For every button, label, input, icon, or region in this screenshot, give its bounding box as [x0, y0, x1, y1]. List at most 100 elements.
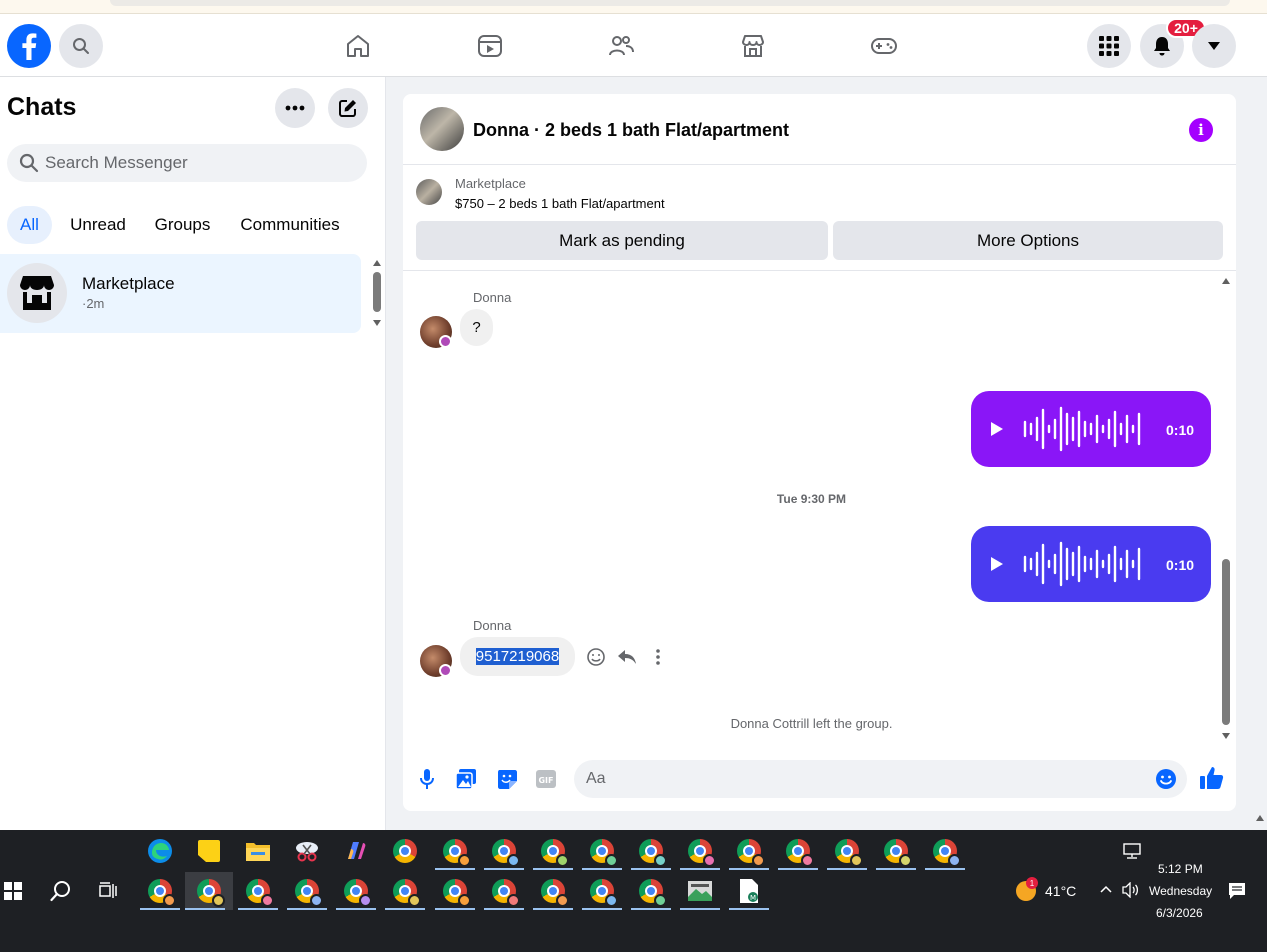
chrome-profile-icon[interactable] — [435, 872, 475, 910]
mark-as-pending-button[interactable]: Mark as pending — [416, 221, 828, 260]
search-messenger-input[interactable] — [45, 144, 355, 182]
messages-scroll-down[interactable] — [1222, 733, 1230, 739]
notification-center-icon[interactable] — [1228, 882, 1246, 900]
chrome-profile-icon[interactable] — [729, 832, 769, 870]
sender-avatar[interactable] — [420, 645, 452, 677]
sidebar-scrollbar[interactable] — [373, 272, 381, 312]
tab-groups[interactable]: Groups — [145, 206, 220, 244]
send-like-button[interactable] — [1199, 765, 1225, 791]
gaming-icon[interactable] — [869, 31, 899, 61]
conversation-title[interactable]: Donna · 2 beds 1 bath Flat/apartment — [473, 120, 789, 141]
chrome-profile-icon[interactable] — [778, 832, 818, 870]
chrome-profile-icon[interactable] — [631, 832, 671, 870]
task-view-button[interactable] — [89, 872, 129, 910]
copilot-icon[interactable] — [336, 832, 376, 870]
weather-icon[interactable]: 1 — [1016, 877, 1038, 901]
sender-avatar[interactable] — [420, 316, 452, 348]
taskbar-search-button[interactable] — [41, 872, 81, 910]
listing-thumbnail[interactable] — [416, 179, 442, 205]
play-icon[interactable] — [990, 421, 1004, 437]
messages-scrollbar[interactable] — [1222, 559, 1230, 725]
message-composer: GIF — [403, 755, 1236, 803]
message-bubble[interactable]: 9517219068 — [460, 637, 575, 676]
chrome-profile-icon[interactable] — [582, 872, 622, 910]
chevron-up-icon[interactable] — [1100, 885, 1112, 893]
snipping-tool-icon[interactable] — [287, 832, 327, 870]
chrome-profile-icon[interactable] — [484, 832, 524, 870]
attach-photo-button[interactable] — [454, 767, 478, 791]
chrome-profile-icon[interactable] — [631, 872, 671, 910]
menu-grid-icon — [1099, 36, 1119, 56]
new-message-button[interactable] — [328, 88, 368, 128]
network-icon[interactable] — [1123, 843, 1141, 859]
info-icon[interactable]: i — [1189, 118, 1213, 142]
tab-all[interactable]: All — [7, 206, 52, 244]
reply-button[interactable] — [616, 646, 638, 668]
marketplace-avatar — [7, 263, 67, 323]
voice-message[interactable]: 0:10 — [971, 526, 1211, 602]
volume-icon[interactable] — [1122, 882, 1140, 898]
home-icon[interactable] — [343, 31, 373, 61]
chrome-profile-icon[interactable] — [238, 872, 278, 910]
conversation-row-marketplace[interactable]: Marketplace ·2m — [0, 254, 361, 333]
marketplace-icon — [20, 276, 54, 310]
tab-communities[interactable]: Communities — [230, 206, 350, 244]
listing-avatar[interactable] — [420, 107, 464, 151]
tab-unread[interactable]: Unread — [62, 206, 134, 244]
selected-phone-number[interactable]: 9517219068 — [475, 648, 560, 665]
chrome-profile-icon[interactable] — [185, 872, 233, 910]
chrome-profile-icon[interactable] — [435, 832, 475, 870]
message-bubble[interactable]: ? — [460, 309, 493, 346]
chat-options-button[interactable] — [275, 88, 315, 128]
thumbs-up-icon — [1200, 767, 1224, 789]
search-button[interactable] — [59, 24, 103, 68]
chrome-profile-icon[interactable] — [582, 832, 622, 870]
edge-browser-icon[interactable] — [140, 832, 180, 870]
image-viewer-icon[interactable] — [680, 872, 720, 910]
chrome-profile-icon[interactable] — [287, 872, 327, 910]
page-scroll-up[interactable] — [1256, 815, 1264, 821]
play-icon[interactable] — [990, 556, 1004, 572]
chrome-profile-icon[interactable] — [533, 872, 573, 910]
document-app-icon[interactable]: M — [729, 872, 769, 910]
menu-button[interactable] — [1087, 24, 1131, 68]
chrome-profile-icon[interactable] — [876, 832, 916, 870]
gif-button[interactable]: GIF — [534, 767, 558, 791]
chrome-profile-icon[interactable] — [336, 872, 376, 910]
video-icon[interactable] — [475, 31, 505, 61]
facebook-logo[interactable] — [7, 24, 51, 68]
emoji-icon[interactable] — [1155, 768, 1177, 790]
voice-clip-button[interactable] — [415, 767, 439, 791]
sidebar-scroll-up[interactable] — [373, 260, 381, 266]
voice-message[interactable]: 0:10 — [971, 391, 1211, 467]
chats-sidebar: Chats All Unread Groups Communities Mark… — [0, 77, 386, 830]
file-explorer-icon[interactable] — [238, 832, 278, 870]
address-bar[interactable] — [110, 0, 1230, 6]
friends-icon[interactable] — [606, 31, 636, 61]
messages-scroll-up[interactable] — [1222, 278, 1230, 284]
sidebar-scroll-down[interactable] — [373, 320, 381, 326]
chrome-profile-icon[interactable] — [680, 832, 720, 870]
sticky-notes-icon[interactable] — [189, 832, 229, 870]
listing-title[interactable]: $750 – 2 beds 1 bath Flat/apartment — [455, 196, 665, 211]
chrome-profile-icon[interactable] — [925, 832, 965, 870]
weather-temperature[interactable]: 41°C — [1045, 883, 1076, 899]
message-more-button[interactable] — [647, 646, 669, 668]
chrome-profile-icon[interactable] — [140, 872, 180, 910]
chrome-profile-icon[interactable] — [484, 872, 524, 910]
chrome-icon[interactable] — [385, 832, 425, 870]
waveform-icon — [1023, 541, 1141, 587]
more-options-button[interactable]: More Options — [833, 221, 1223, 260]
account-button[interactable] — [1192, 24, 1236, 68]
chrome-profile-icon[interactable] — [827, 832, 867, 870]
windows-start-button[interactable] — [0, 872, 26, 910]
smiley-icon — [587, 648, 605, 666]
conversation-time: ·2m — [82, 296, 105, 311]
react-button[interactable] — [585, 646, 607, 668]
sticker-button[interactable] — [495, 767, 519, 791]
account-caret-icon — [1208, 42, 1220, 50]
marketplace-icon[interactable] — [738, 31, 768, 61]
chrome-profile-icon[interactable] — [385, 872, 425, 910]
chrome-profile-icon[interactable] — [533, 832, 573, 870]
message-input[interactable] — [586, 760, 1146, 798]
